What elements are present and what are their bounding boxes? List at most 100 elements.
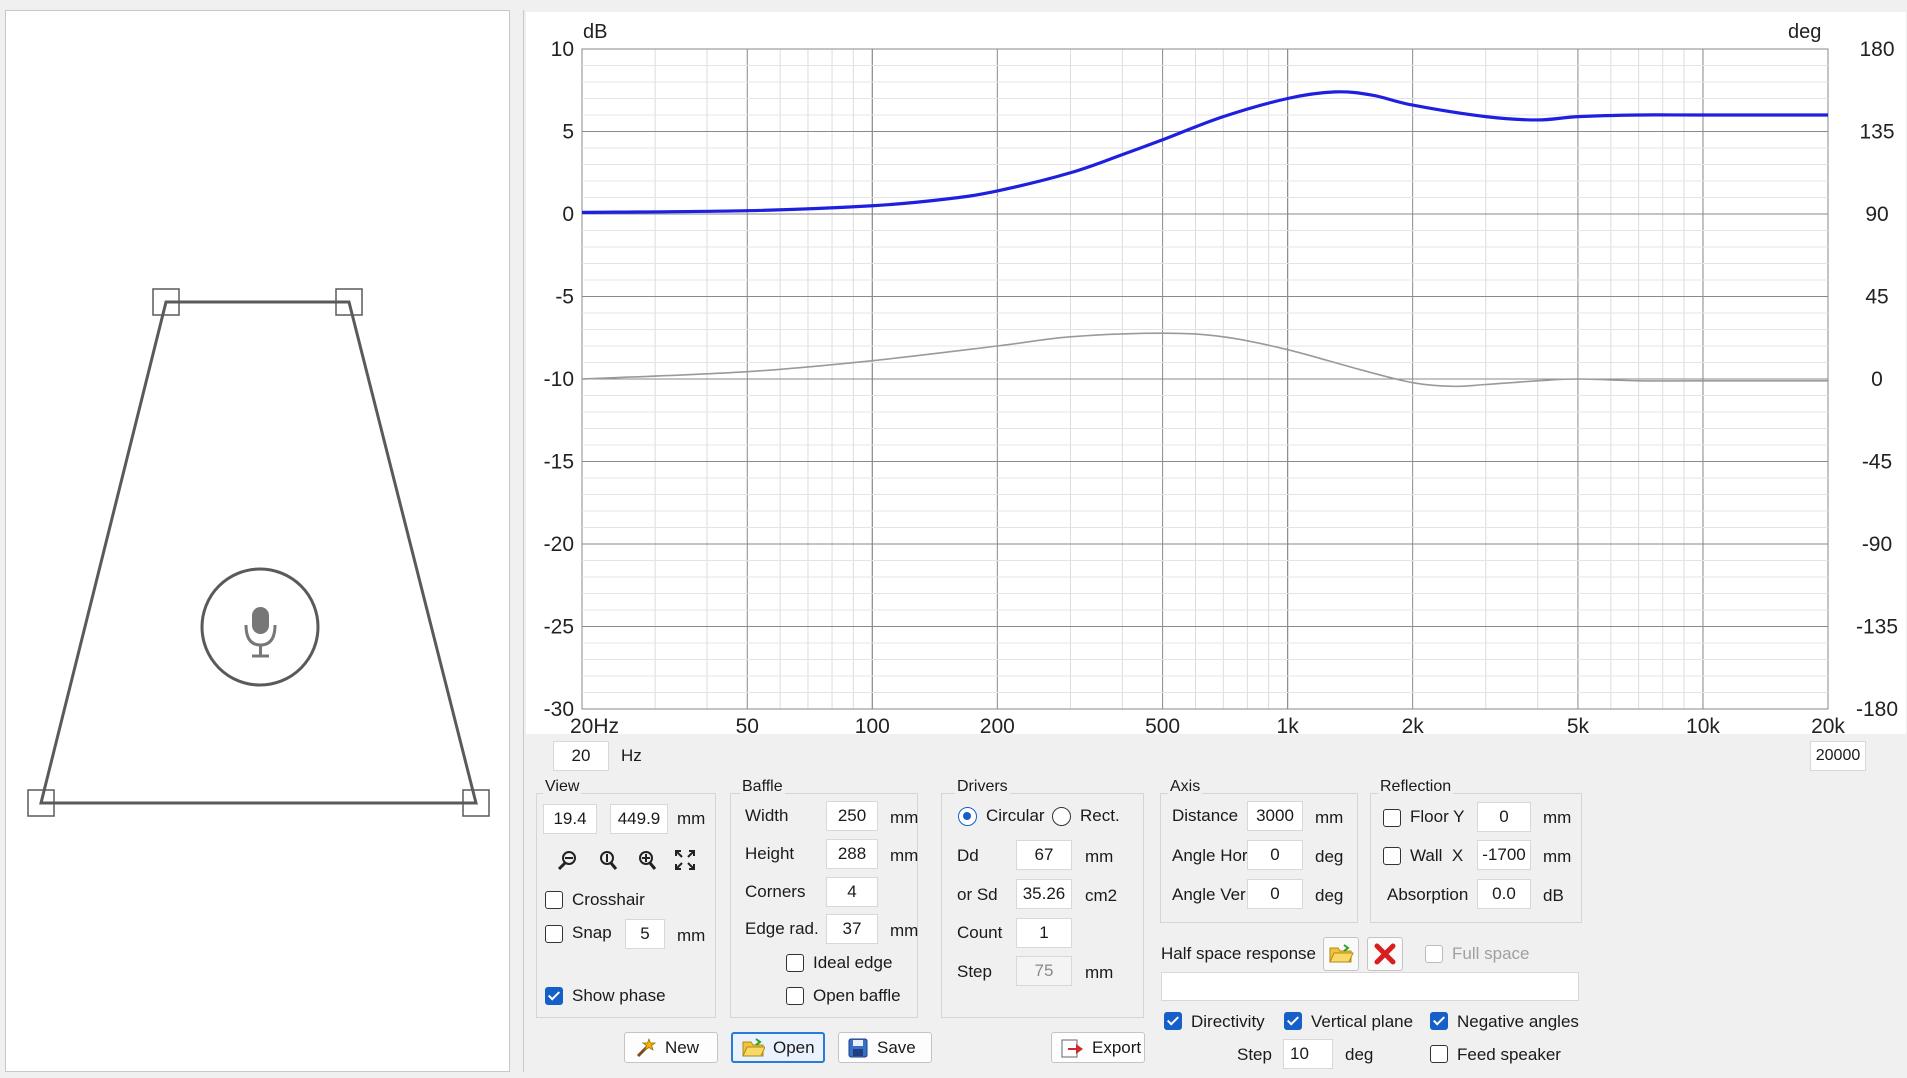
baffle-edge-input[interactable]: 37: [826, 914, 878, 944]
x-tick-label: 20k: [1811, 715, 1845, 734]
snap-label: Snap: [572, 923, 612, 942]
sd-input[interactable]: 35.26: [1016, 879, 1072, 909]
wall-checkbox[interactable]: [1383, 847, 1401, 865]
floor-checkbox[interactable]: [1383, 809, 1401, 827]
baffle-width-input[interactable]: 250: [826, 801, 878, 831]
freq-high-input[interactable]: 20000: [1810, 741, 1866, 771]
baffle-height-input[interactable]: 288: [826, 839, 878, 869]
new-label: New: [665, 1037, 700, 1057]
reflection-group-label: Reflection: [1378, 778, 1454, 796]
floor-input[interactable]: 0: [1477, 802, 1531, 832]
driver-step-unit: mm: [1085, 963, 1114, 982]
baffle-corners-label: Corners: [745, 882, 806, 901]
driver-step-input: 75: [1016, 956, 1072, 986]
wall-input[interactable]: -1700: [1477, 840, 1531, 870]
directivity-label: Directivity: [1191, 1012, 1265, 1031]
angle-ver-input[interactable]: 0: [1247, 879, 1303, 909]
show-phase-checkbox[interactable]: [545, 987, 563, 1005]
x-tick-label: 50: [736, 715, 759, 734]
open-baffle-label: Open baffle: [813, 986, 901, 1005]
show-phase-label: Show phase: [572, 986, 666, 1005]
fit-icon[interactable]: [670, 846, 700, 874]
freq-low-unit: Hz: [621, 746, 642, 765]
vertical-plane-label: Vertical plane: [1311, 1012, 1414, 1031]
snap-unit: mm: [677, 926, 706, 945]
save-icon: [848, 1038, 868, 1057]
x-tick-label: 5k: [1567, 715, 1590, 734]
save-button[interactable]: Save: [838, 1032, 932, 1063]
directivity-step-input[interactable]: 10: [1283, 1039, 1333, 1069]
baffle-outline: [39, 300, 478, 805]
rect-label: Rect.: [1080, 806, 1120, 825]
view-y-input[interactable]: 449.9: [610, 804, 668, 834]
export-label: Export: [1092, 1037, 1142, 1057]
new-button[interactable]: New: [624, 1032, 718, 1063]
rect-radio[interactable]: [1052, 807, 1071, 826]
frequency-response-chart[interactable]: 1050-5-10-15-20-25-30 18013590450-45-90-…: [526, 12, 1906, 734]
y-tick-label: -20: [544, 533, 574, 556]
zoom-y-icon[interactable]: [592, 846, 622, 874]
baffle-width-label: Width: [745, 806, 789, 825]
baffle-width-unit: mm: [890, 808, 919, 827]
export-button[interactable]: Export: [1051, 1032, 1145, 1063]
freq-low-input[interactable]: 20: [553, 741, 609, 771]
y-tick-label: 10: [551, 38, 574, 61]
y2-tick-label: -90: [1862, 533, 1892, 556]
floor-label: Floor Y: [1410, 807, 1465, 826]
dd-input[interactable]: 67: [1016, 840, 1072, 870]
baffle-height-unit: mm: [890, 846, 919, 865]
y-tick-label: -10: [544, 368, 574, 391]
axis-group-label: Axis: [1168, 778, 1203, 796]
wall-label: Wall X: [1410, 846, 1464, 865]
view-x-input[interactable]: 19.4: [543, 804, 597, 834]
view-group-label: View: [543, 778, 582, 796]
y2-tick-label: 45: [1865, 286, 1888, 309]
driver-step-label: Step: [957, 962, 992, 981]
directivity-step-label: Step: [1237, 1045, 1272, 1064]
crosshair-checkbox[interactable]: [545, 891, 563, 909]
vertical-plane-checkbox[interactable]: [1284, 1012, 1302, 1030]
save-label: Save: [877, 1037, 916, 1057]
directivity-checkbox[interactable]: [1164, 1012, 1182, 1030]
half-space-path-input[interactable]: [1161, 972, 1579, 1001]
baffle-canvas[interactable]: [5, 10, 510, 1072]
delete-icon[interactable]: [1367, 937, 1403, 971]
y-tick-label: -25: [544, 616, 574, 639]
y2-tick-label: 0: [1871, 368, 1883, 391]
circular-radio[interactable]: [958, 807, 977, 826]
angle-hor-label: Angle Hor: [1172, 846, 1248, 865]
feed-speaker-label: Feed speaker: [1457, 1045, 1561, 1064]
full-space-label: Full space: [1452, 944, 1530, 963]
distance-input[interactable]: 3000: [1247, 801, 1303, 831]
y2-tick-label: -180: [1856, 698, 1898, 721]
zoom-in-icon[interactable]: [631, 846, 661, 874]
y2-tick-label: -135: [1856, 616, 1898, 639]
x-tick-label: 20Hz: [570, 715, 619, 734]
y-tick-label: 0: [562, 203, 574, 226]
feed-speaker-checkbox[interactable]: [1430, 1045, 1448, 1063]
distance-label: Distance: [1172, 806, 1239, 825]
x-tick-label: 1k: [1277, 715, 1300, 734]
zoom-out-icon[interactable]: [553, 846, 583, 874]
angle-ver-label: Angle Ver: [1172, 885, 1246, 904]
crosshair-label: Crosshair: [572, 890, 645, 909]
count-input[interactable]: 1: [1016, 918, 1072, 948]
absorption-input[interactable]: 0.0: [1477, 879, 1531, 909]
dd-label: Dd: [957, 846, 979, 865]
baffle-height-label: Height: [745, 844, 795, 863]
open-button[interactable]: Open: [731, 1032, 825, 1063]
folder-icon[interactable]: [1323, 937, 1359, 971]
baffle-edge-unit: mm: [890, 921, 919, 940]
baffle-corners-input[interactable]: 4: [826, 877, 878, 907]
snap-input[interactable]: 5: [625, 919, 665, 949]
snap-checkbox[interactable]: [545, 925, 563, 943]
open-baffle-checkbox[interactable]: [786, 987, 804, 1005]
full-space-checkbox: [1425, 945, 1443, 963]
negative-angles-checkbox[interactable]: [1430, 1012, 1448, 1030]
angle-hor-input[interactable]: 0: [1247, 840, 1303, 870]
ideal-edge-checkbox[interactable]: [786, 954, 804, 972]
dd-unit: mm: [1085, 847, 1114, 866]
drivers-group-label: Drivers: [955, 778, 1010, 796]
driver[interactable]: [200, 567, 320, 687]
half-space-label: Half space response: [1161, 944, 1316, 963]
